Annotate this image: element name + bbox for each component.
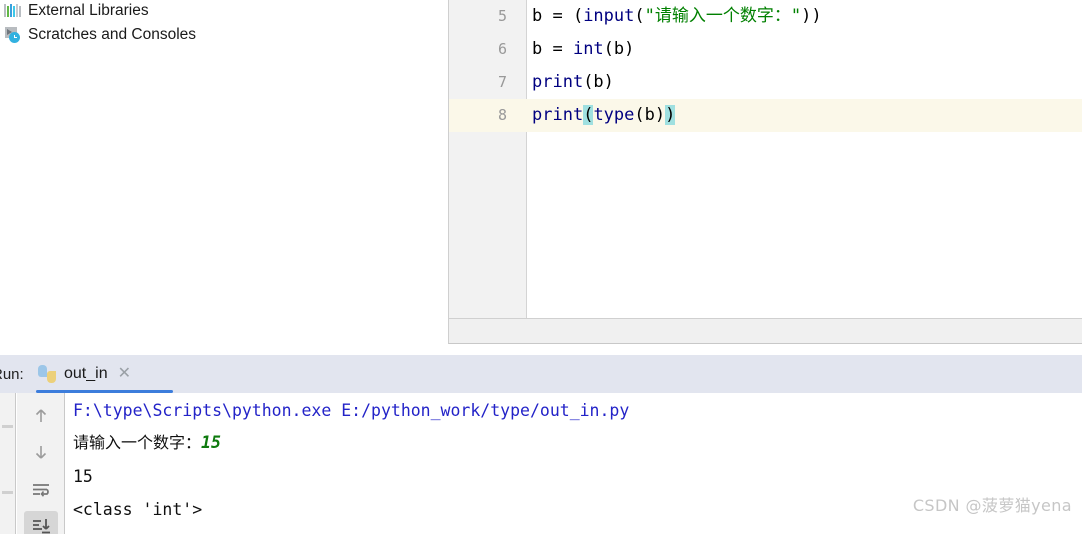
code-token: type bbox=[593, 105, 635, 125]
console-text: F:\type\Scripts\python.exe E:/python_wor… bbox=[73, 401, 630, 420]
arrow-up-icon bbox=[35, 409, 47, 422]
close-icon[interactable]: ✕ bbox=[118, 366, 131, 382]
code-token: (b) bbox=[634, 105, 666, 125]
scroll-down-button[interactable] bbox=[24, 437, 58, 467]
scroll-to-end-button[interactable] bbox=[24, 511, 58, 534]
code-token: b = ( bbox=[532, 6, 584, 26]
tree-item-label: External Libraries bbox=[28, 2, 149, 20]
code-line[interactable]: 7 print(b) bbox=[449, 66, 1082, 99]
code-token: input bbox=[583, 6, 635, 26]
code-token: print bbox=[532, 72, 584, 92]
code-token: ) bbox=[665, 105, 676, 125]
scratches-clock-icon bbox=[4, 26, 22, 44]
run-window-label: Run: bbox=[0, 366, 24, 383]
line-number: 8 bbox=[497, 106, 507, 124]
code-text: print(type(b)) bbox=[532, 99, 676, 132]
tree-item-scratches-and-consoles[interactable]: Scratches and Consoles bbox=[0, 24, 196, 46]
scroll-up-button[interactable] bbox=[24, 401, 58, 431]
code-token: (b) bbox=[583, 72, 614, 92]
run-window-left-edge bbox=[0, 393, 16, 534]
watermark: CSDN @菠萝猫yena bbox=[912, 496, 1072, 515]
code-token: print bbox=[532, 105, 584, 125]
console-toolbar bbox=[17, 393, 65, 534]
scroll-to-end-icon bbox=[33, 519, 50, 534]
code-token: int bbox=[572, 39, 604, 59]
code-line[interactable]: 6 b = int(b) bbox=[449, 33, 1082, 66]
code-token: )) bbox=[801, 6, 822, 26]
run-tab-label: out_in bbox=[64, 365, 108, 382]
line-number: 6 bbox=[497, 40, 507, 58]
code-text: b = int(b) bbox=[532, 33, 634, 66]
code-token: b = bbox=[532, 39, 573, 59]
soft-wrap-button[interactable] bbox=[24, 475, 58, 505]
code-text: print(b) bbox=[532, 66, 614, 99]
run-tool-window: Run: out_in ✕ bbox=[0, 355, 1082, 534]
run-tab-out-in[interactable]: out_in ✕ bbox=[30, 355, 173, 393]
library-bars-icon bbox=[4, 2, 22, 20]
code-token: ( bbox=[634, 6, 645, 26]
tree-item-external-libraries[interactable]: External Libraries bbox=[0, 0, 149, 22]
arrow-down-icon bbox=[35, 446, 47, 459]
console-user-input: 15 bbox=[201, 433, 221, 452]
python-file-icon bbox=[38, 365, 56, 383]
project-tree-panel: External Libraries Scratches and Console… bbox=[0, 0, 448, 355]
code-lines-container: 5b = (input("请输入一个数字：")) 6 b = int(b) 7 prin… bbox=[449, 0, 1082, 318]
line-number: 7 bbox=[497, 73, 507, 91]
run-tool-window-header: Run: out_in ✕ bbox=[0, 355, 1082, 393]
code-line[interactable]: 5 b = (input("请输入一个数字：")) bbox=[449, 0, 1082, 33]
soft-wrap-icon bbox=[33, 484, 49, 497]
console-line: 15 bbox=[73, 467, 93, 486]
console-text: <class 'int'> bbox=[73, 500, 203, 519]
code-line[interactable]: 8 print(type(b)) bbox=[449, 99, 1082, 132]
console-prompt-text: 请输入一个数字： bbox=[73, 433, 202, 452]
console-text: 15 bbox=[73, 467, 93, 486]
code-editor[interactable]: 5b = (input("请输入一个数字：")) 6 b = int(b) 7 prin… bbox=[448, 0, 1082, 318]
code-text: b = (input("请输入一个数字：")) bbox=[532, 0, 822, 33]
console-line: <class 'int'> bbox=[73, 500, 203, 519]
editor-bottom-strip bbox=[448, 318, 1082, 344]
console-line: F:\type\Scripts\python.exe E:/python_wor… bbox=[73, 401, 630, 420]
line-number: 5 bbox=[497, 7, 507, 25]
code-token: "请输入一个数字：" bbox=[644, 6, 802, 26]
code-token: (b) bbox=[603, 39, 635, 59]
pycharm-window: External Libraries Scratches and Console… bbox=[0, 0, 1082, 534]
console-line: 请输入一个数字：15 bbox=[73, 433, 221, 452]
tree-item-label: Scratches and Consoles bbox=[28, 26, 197, 44]
code-token: ( bbox=[583, 105, 594, 125]
